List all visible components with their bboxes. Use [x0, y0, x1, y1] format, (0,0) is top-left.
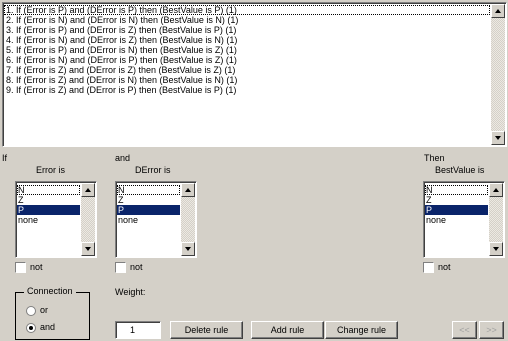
error-mf-list[interactable]: N Z P none [15, 181, 97, 258]
connection-group: Connection or and [15, 286, 90, 340]
scroll-down-button[interactable] [491, 131, 505, 145]
arrow-up-icon [493, 188, 499, 192]
then-label: Then [424, 153, 445, 163]
derror-list-scrollbar[interactable] [181, 183, 195, 256]
rule-item[interactable]: 1. If (Error is P) and (DError is P) the… [4, 5, 490, 15]
arrow-up-icon [85, 188, 91, 192]
error-not-checkbox[interactable] [15, 262, 26, 273]
rule-item[interactable]: 4. If (Error is N) and (DError is Z) the… [4, 35, 490, 45]
scroll-up-button[interactable] [81, 183, 95, 197]
prev-button[interactable]: << [452, 321, 477, 339]
arrow-down-icon [493, 247, 499, 251]
scroll-down-button[interactable] [81, 242, 95, 256]
derror-mf-list[interactable]: N Z P none [115, 181, 197, 258]
delete-rule-button[interactable]: Delete rule [170, 321, 243, 339]
rule-item[interactable]: 8. If (Error is Z) and (DError is N) the… [4, 75, 490, 85]
change-rule-button[interactable]: Change rule [325, 321, 398, 339]
list-item[interactable]: Z [17, 195, 80, 205]
list-item[interactable]: P [425, 205, 488, 215]
arrow-down-icon [85, 247, 91, 251]
rule-item[interactable]: 5. If (Error is P) and (DError is N) the… [4, 45, 490, 55]
list-item[interactable]: N [17, 185, 80, 195]
bestvalue-not-checkbox[interactable] [423, 262, 434, 273]
scroll-up-button[interactable] [491, 4, 505, 18]
list-item[interactable]: N [117, 185, 180, 195]
list-item[interactable]: Z [425, 195, 488, 205]
next-button[interactable]: >> [479, 321, 504, 339]
if-label: If [2, 153, 8, 163]
arrow-up-icon [185, 188, 191, 192]
bestvalue-is-label: BestValue is [435, 165, 485, 175]
or-radio[interactable] [26, 306, 36, 316]
rule-item[interactable]: 3. If (Error is P) and (DError is Z) the… [4, 25, 490, 35]
error-list-scrollbar[interactable] [81, 183, 95, 256]
radio-selected-dot [29, 326, 33, 330]
scroll-down-button[interactable] [181, 242, 195, 256]
error-is-label: Error is [36, 165, 65, 175]
rule-item[interactable]: 2. If (Error is N) and (DError is N) the… [4, 15, 490, 25]
list-item[interactable]: N [425, 185, 488, 195]
arrow-down-icon [495, 136, 501, 140]
connection-label: Connection [24, 286, 76, 296]
and-radio-label: and [40, 322, 56, 332]
arrow-up-icon [495, 9, 501, 13]
add-rule-button[interactable]: Add rule [251, 321, 324, 339]
list-item[interactable]: Z [117, 195, 180, 205]
error-not-label: not [30, 262, 43, 272]
and-radio[interactable] [26, 323, 36, 333]
list-item[interactable]: none [425, 215, 488, 225]
rule-item[interactable]: 9. If (Error is Z) and (DError is P) the… [4, 85, 490, 95]
list-item[interactable]: P [117, 205, 180, 215]
or-label: or [40, 305, 49, 315]
bestvalue-mf-list[interactable]: N Z P none [423, 181, 505, 258]
weight-label: Weight: [115, 287, 146, 297]
scroll-down-button[interactable] [489, 242, 503, 256]
derror-is-label: DError is [135, 165, 171, 175]
bestvalue-not-label: not [438, 262, 451, 272]
weight-input[interactable]: 1 [115, 321, 161, 339]
scroll-up-button[interactable] [489, 183, 503, 197]
rule-list-scrollbar[interactable] [491, 4, 505, 145]
arrow-down-icon [185, 247, 191, 251]
derror-not-label: not [130, 262, 143, 272]
list-item[interactable]: none [17, 215, 80, 225]
rule-list[interactable]: 1. If (Error is P) and (DError is P) the… [2, 2, 507, 147]
and-label: and [115, 153, 131, 163]
list-item[interactable]: none [117, 215, 180, 225]
list-item[interactable]: P [17, 205, 80, 215]
derror-not-checkbox[interactable] [115, 262, 126, 273]
bestvalue-list-scrollbar[interactable] [489, 183, 503, 256]
rule-item[interactable]: 6. If (Error is N) and (DError is P) the… [4, 55, 490, 65]
scroll-up-button[interactable] [181, 183, 195, 197]
rule-item[interactable]: 7. If (Error is Z) and (DError is Z) the… [4, 65, 490, 75]
